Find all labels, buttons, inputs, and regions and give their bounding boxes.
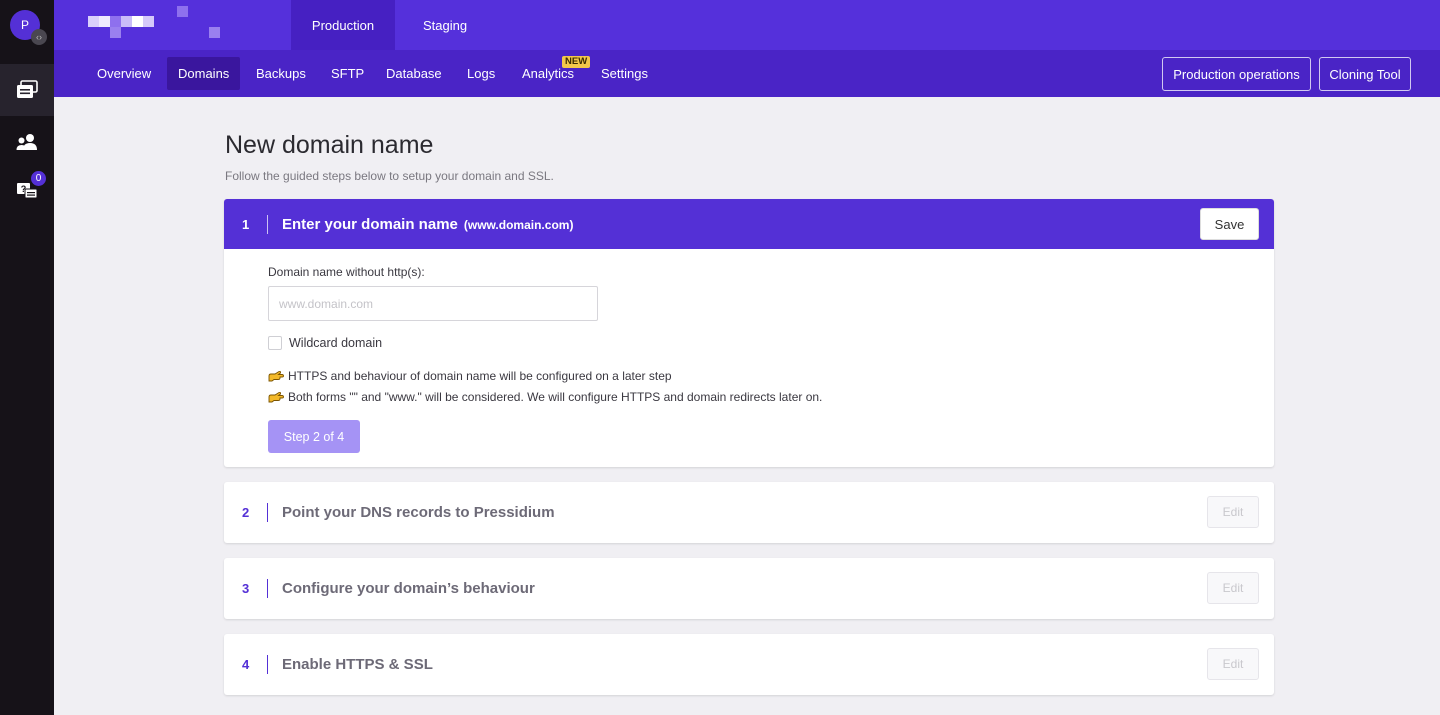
domain-field-label: Domain name without http(s): — [268, 265, 425, 279]
save-button[interactable]: Save — [1200, 208, 1259, 240]
rail-item-users[interactable] — [0, 116, 54, 168]
cloning-tool-button[interactable]: Cloning Tool — [1319, 57, 1411, 91]
step-4-header[interactable]: 4 Enable HTTPS & SSL Edit — [224, 634, 1274, 695]
production-operations-button[interactable]: Production operations — [1162, 57, 1311, 91]
edit-button[interactable]: Edit — [1207, 496, 1259, 528]
edit-button[interactable]: Edit — [1207, 648, 1259, 680]
brand-logo[interactable] — [88, 6, 258, 40]
nav-tab-domains[interactable]: Domains — [167, 57, 241, 90]
info-note: HTTPS and behaviour of domain name will … — [268, 369, 672, 383]
rail-item-sites[interactable] — [0, 64, 54, 116]
step-number: 1 — [242, 216, 250, 232]
step-2-header[interactable]: 2 Point your DNS records to Pressidium E… — [224, 482, 1274, 543]
nav-tab-sftp[interactable]: SFTP — [320, 57, 375, 90]
step-divider — [267, 655, 268, 674]
step-1-panel: 1 Enter your domain name (www.domain.com)… — [224, 199, 1274, 467]
top-bar: Production Staging — [54, 0, 1440, 50]
step-divider — [267, 503, 268, 522]
stack-icon — [17, 80, 38, 98]
step-title: Enter your domain name (www.domain.com) — [282, 215, 574, 233]
page-title: New domain name — [225, 131, 434, 159]
nav-tab-backups[interactable]: Backups — [245, 57, 317, 90]
info-note: Both forms "" and "www." will be conside… — [268, 390, 822, 404]
step-1-body: Domain name without http(s): Wildcard do… — [224, 249, 1274, 467]
step-number: 2 — [242, 505, 250, 520]
step-2-panel: 2 Point your DNS records to Pressidium E… — [224, 482, 1274, 543]
step-3-panel: 3 Configure your domain’s behaviour Edit — [224, 558, 1274, 619]
step-number: 4 — [242, 657, 250, 672]
env-tab-staging[interactable]: Staging — [395, 0, 495, 50]
step-number: 3 — [242, 581, 250, 596]
code-icon: ‹› — [31, 29, 47, 45]
step-title: Point your DNS records to Pressidium — [282, 504, 555, 521]
step-3-header[interactable]: 3 Configure your domain’s behaviour Edit — [224, 558, 1274, 619]
step-1-header: 1 Enter your domain name (www.domain.com)… — [224, 199, 1274, 249]
support-badge: 0 — [31, 171, 46, 186]
step-title: Enable HTTPS & SSL — [282, 656, 433, 673]
pointing-hand-icon — [268, 370, 284, 382]
env-tab-production[interactable]: Production — [291, 0, 395, 50]
pointing-hand-icon — [268, 391, 284, 403]
step-hint: (www.domain.com) — [463, 217, 574, 232]
nav-tab-overview[interactable]: Overview — [86, 57, 162, 90]
next-step-button[interactable]: Step 2 of 4 — [268, 420, 360, 453]
step-divider — [267, 215, 268, 234]
left-rail: P ‹› ? 0 — [0, 0, 54, 715]
edit-button[interactable]: Edit — [1207, 572, 1259, 604]
users-icon — [16, 134, 37, 150]
rail-item-support[interactable]: ? — [0, 165, 54, 217]
new-badge: NEW — [562, 56, 591, 68]
step-divider — [267, 579, 268, 598]
domain-name-input[interactable] — [268, 286, 598, 321]
step-title: Configure your domain’s behaviour — [282, 580, 535, 597]
section-nav: Overview Domains Backups SFTP Database L… — [54, 50, 1440, 97]
nav-tab-logs[interactable]: Logs — [456, 57, 506, 90]
page-subtitle: Follow the guided steps below to setup y… — [225, 169, 554, 183]
step-4-panel: 4 Enable HTTPS & SSL Edit — [224, 634, 1274, 695]
wildcard-domain-label[interactable]: Wildcard domain — [289, 336, 382, 350]
nav-tab-database[interactable]: Database — [375, 57, 453, 90]
wildcard-domain-checkbox[interactable] — [268, 336, 282, 350]
nav-tab-settings[interactable]: Settings — [590, 57, 659, 90]
